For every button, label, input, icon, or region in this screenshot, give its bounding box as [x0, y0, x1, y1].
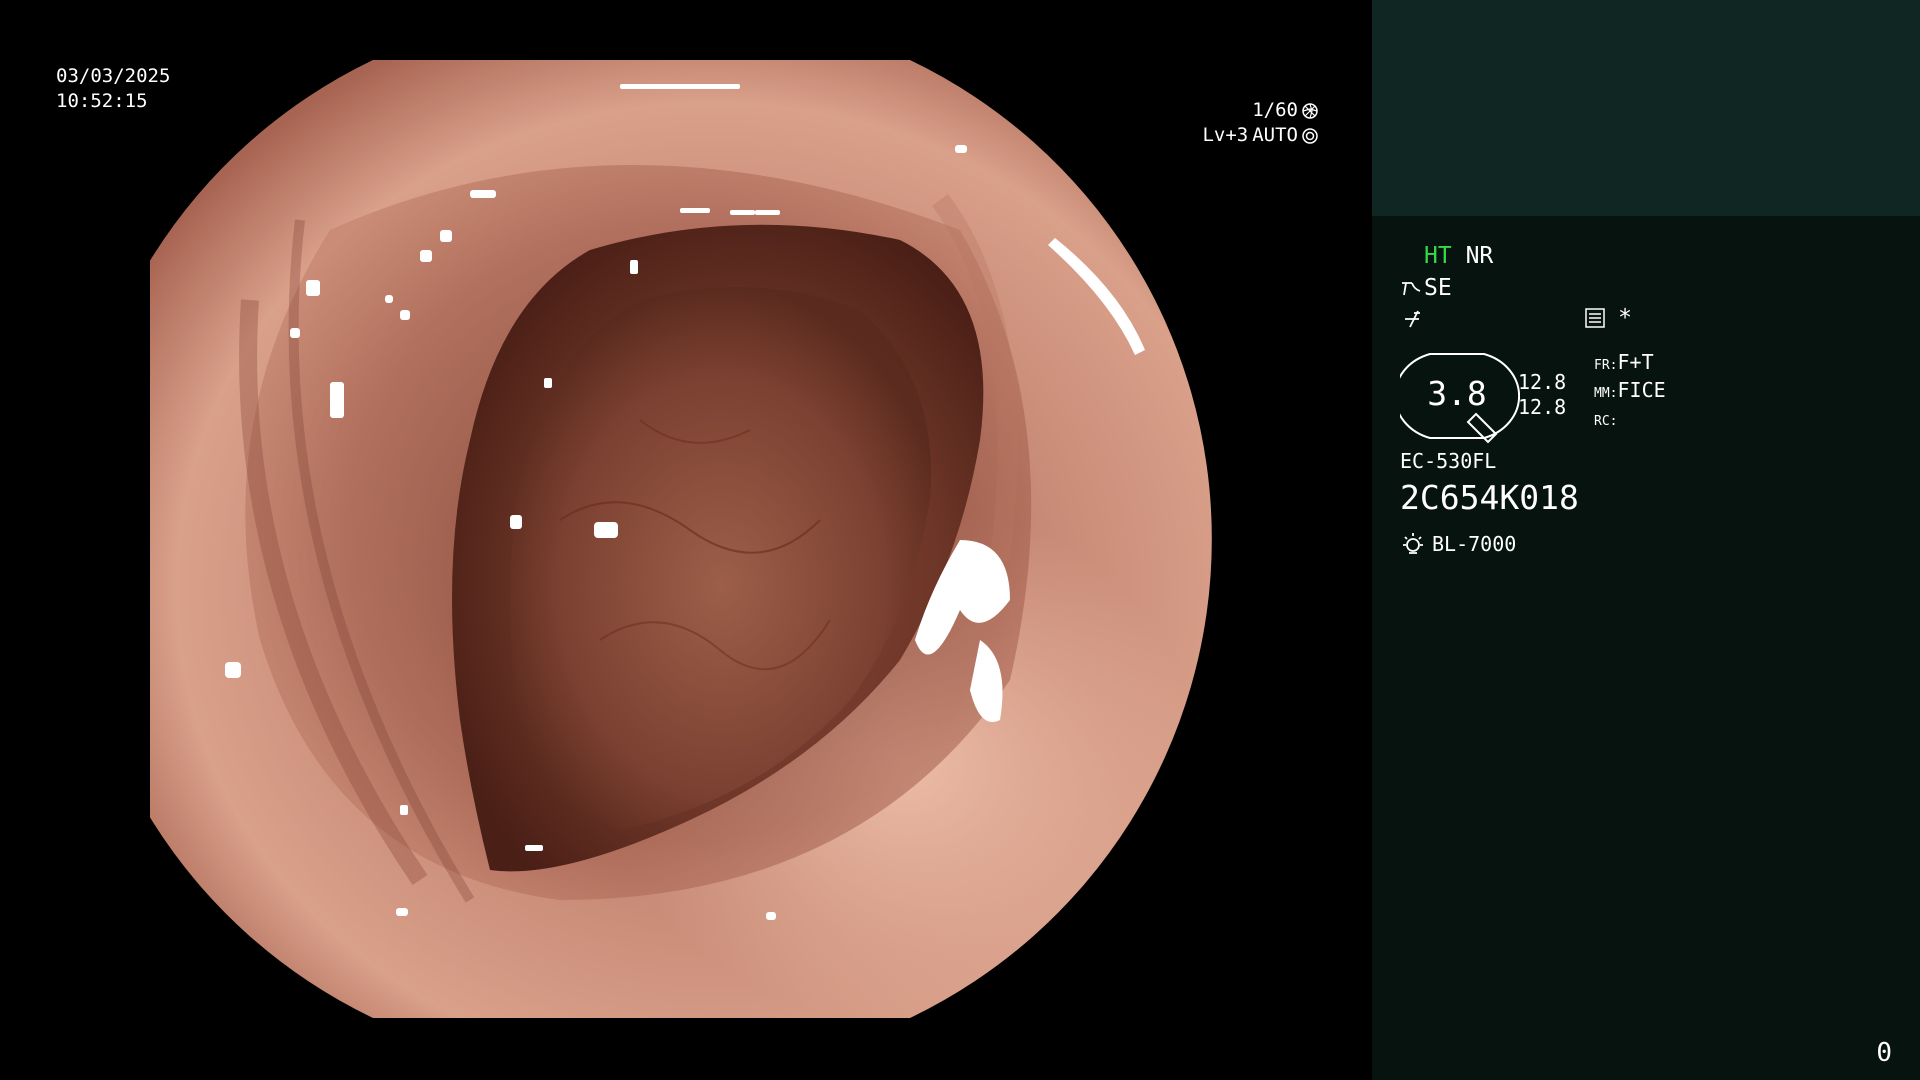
- tone-right: *: [1584, 304, 1632, 332]
- level-text: Lv+3: [1202, 124, 1249, 146]
- page-counter: 0: [1876, 1038, 1892, 1068]
- zoom-gauge: 3.8 12.8 12.8 FR:F+T MM:FICE RC:: [1400, 350, 1666, 446]
- lamp-icon: [1403, 533, 1423, 554]
- light-source-row: BL-7000: [1400, 530, 1516, 558]
- scope-model: EC-530FL: [1400, 449, 1497, 473]
- mm-label: MM:: [1594, 386, 1618, 401]
- video-area: 03/03/2025 10:52:15 1/60 Lv+3 AUTO: [0, 0, 1372, 1080]
- fr-value: F+T: [1617, 350, 1654, 374]
- scope-serial: 2C654K018: [1400, 478, 1579, 517]
- se-label: SE: [1424, 275, 1452, 301]
- fr-label: FR:: [1594, 358, 1618, 373]
- rc-label: RC:: [1594, 414, 1618, 429]
- ht-indicator: HT: [1424, 243, 1452, 269]
- iris-row: Lv+3 AUTO: [1202, 123, 1318, 148]
- settings-area: [1372, 216, 1920, 1080]
- menu-list-icon: [1585, 308, 1605, 328]
- date-text: 03/03/2025: [56, 65, 171, 87]
- gauge-value: 3.8: [1427, 374, 1487, 413]
- structure-enhance-row: SE: [1400, 274, 1452, 302]
- patient-info-area: [1372, 0, 1920, 216]
- info-panel: HT NR SE * 3.8 12.8 12.8 FR:F+T MM:FICE …: [1372, 0, 1920, 1080]
- exposure-display: 1/60 Lv+3 AUTO: [1202, 98, 1318, 148]
- shutter-text: 1/60: [1252, 99, 1298, 121]
- shutter-row: 1/60: [1202, 98, 1318, 123]
- endoscopy-monitor: 03/03/2025 10:52:15 1/60 Lv+3 AUTO HT NR…: [0, 0, 1920, 1080]
- endoscope-image: [150, 60, 1212, 1018]
- tone-row: *: [1402, 304, 1632, 332]
- nr-indicator: NR: [1465, 243, 1494, 269]
- enhance-icon: [1402, 282, 1421, 296]
- gauge-labels: FR:F+T MM:FICE RC:: [1594, 350, 1666, 434]
- star-indicator: *: [1618, 305, 1632, 331]
- gauge-num-bottom: 12.8: [1518, 395, 1567, 419]
- iris-mode-text: AUTO: [1252, 124, 1298, 146]
- image-mode-row: HT NR: [1424, 242, 1493, 270]
- iris-icon: [1302, 127, 1318, 144]
- gauge-num-top: 12.8: [1518, 370, 1567, 394]
- mm-value: FICE: [1617, 378, 1666, 402]
- tone-icon: [1405, 310, 1420, 328]
- gauge-numbers: 12.8 12.8: [1518, 370, 1566, 420]
- time-text: 10:52:15: [56, 90, 148, 112]
- shutter-icon: [1302, 102, 1318, 119]
- light-source-text: BL-7000: [1432, 532, 1517, 556]
- datetime-display: 03/03/2025 10:52:15: [56, 64, 170, 114]
